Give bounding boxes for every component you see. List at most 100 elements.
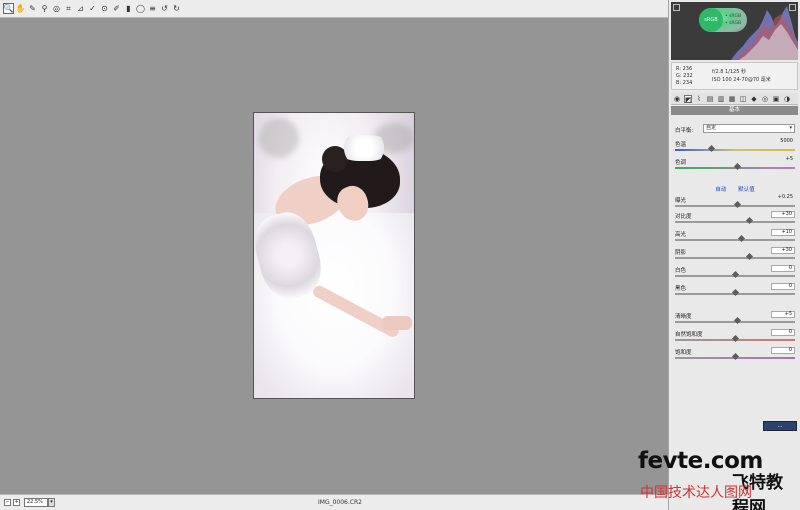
tint-value-field[interactable]: +5: [771, 157, 795, 164]
blacks-value-field[interactable]: 0: [771, 283, 795, 290]
site-watermark: fevte.com 飞特教程网 中国技术达人图网: [638, 448, 798, 510]
spot-removal-tool-icon[interactable]: ✓: [87, 3, 98, 14]
blue-value: B: 234: [676, 80, 693, 86]
clarity-value-field[interactable]: +5: [771, 311, 795, 318]
auto-default-row: 自动 默认值: [675, 185, 795, 193]
radial-filter-tool-icon[interactable]: ◯: [135, 3, 146, 14]
temperature-value-field[interactable]: 5000: [771, 139, 795, 146]
saturation-value-field[interactable]: 0: [771, 347, 795, 354]
watermark-subtitle: 中国技术达人图网: [640, 485, 752, 501]
white-balance-row: 白平衡: 自定 ▾: [675, 124, 795, 134]
color-sampler-tool-icon[interactable]: ⚲: [39, 3, 50, 14]
srgb-legend: • sRGB • sRGB: [725, 13, 741, 27]
detail-tab-icon[interactable]: ▤: [706, 95, 714, 103]
hsl-tab-icon[interactable]: ▥: [717, 95, 725, 103]
adjustment-brush-tool-icon[interactable]: ✐: [111, 3, 122, 14]
chevron-down-icon: ▾: [789, 125, 792, 131]
shadow-clipping-button[interactable]: [673, 4, 680, 11]
whites-value-field[interactable]: 0: [771, 265, 795, 272]
whites-slider-row: 白色 0: [675, 265, 795, 280]
zoom-level-select[interactable]: 22.5%: [24, 498, 48, 507]
hand-tool-icon[interactable]: ✋: [15, 3, 26, 14]
clarity-slider-row: 清晰度 +5: [675, 311, 795, 326]
zoom-tool-icon[interactable]: 🔍: [3, 3, 14, 14]
crop-tool-icon[interactable]: ⌗: [63, 3, 74, 14]
vibrance-slider-row: 自然饱和度 0: [675, 329, 795, 344]
hair-flowers-shape: [339, 135, 389, 161]
iso-lens: ISO 100 24-70@70 毫米: [712, 77, 771, 83]
panel-title: 基本: [671, 106, 798, 115]
default-link[interactable]: 默认值: [738, 187, 755, 193]
camera-calibration-tab-icon[interactable]: ◎: [761, 95, 769, 103]
lens-tab-icon[interactable]: ◫: [739, 95, 747, 103]
status-bar: − + 22.5% ▾ IMG_0006.CR2: [0, 494, 668, 510]
panel-tabs: ◉ ◩ ⌇ ▤ ▥ ▦ ◫ ◆ ◎ ▣ ◑: [671, 93, 798, 105]
temperature-label: 色温: [675, 142, 687, 148]
background-blur: [259, 118, 299, 158]
white-balance-tool-icon[interactable]: ✎: [27, 3, 38, 14]
contrast-label: 对比度: [675, 214, 692, 220]
split-toning-tab-icon[interactable]: ▦: [728, 95, 736, 103]
histogram: sRGB • sRGB • sRGB: [671, 2, 798, 60]
vibrance-value-field[interactable]: 0: [771, 329, 795, 336]
effects-tab-icon[interactable]: ◆: [750, 95, 758, 103]
snapshots-tab-icon[interactable]: ◑: [783, 95, 791, 103]
red-eye-tool-icon[interactable]: ⊙: [99, 3, 110, 14]
tool-bar: 🔍 ✋ ✎ ⚲ ◎ ⌗ ⊿ ✓ ⊙ ✐ ▮ ◯ ≡ ↺ ↻: [0, 0, 668, 18]
shadows-value-field[interactable]: +30: [771, 247, 795, 254]
clarity-label: 清晰度: [675, 314, 692, 320]
basic-tab-icon[interactable]: ◩: [684, 94, 692, 104]
saturation-slider-row: 饱和度 0: [675, 347, 795, 362]
graduated-filter-tool-icon[interactable]: ▮: [123, 3, 134, 14]
tint-slider-row: 色调 +5: [675, 157, 795, 172]
contrast-slider-row: 对比度 +30: [675, 211, 795, 226]
aperture-shutter: f/2.8 1/125 秒: [712, 69, 746, 75]
tint-label: 色调: [675, 160, 687, 166]
exposure-label: 曝光: [675, 198, 687, 204]
srgb-icon: sRGB: [699, 8, 723, 32]
highlights-label: 高光: [675, 232, 687, 238]
photo-preview[interactable]: [253, 112, 415, 399]
green-value: G: 232: [676, 73, 693, 79]
auto-link[interactable]: 自动: [715, 187, 726, 193]
temperature-slider-track[interactable]: [675, 149, 795, 151]
panel-menu-button[interactable]: ...: [763, 421, 797, 431]
camera-info: f/2.8 1/125 秒 ISO 100 24-70@70 毫米: [712, 68, 771, 84]
tone-curve-tab-icon[interactable]: ⌇: [695, 95, 703, 103]
exposure-slider-row: 曝光 +0.25: [675, 195, 795, 210]
rotate-right-tool-icon[interactable]: ↻: [171, 3, 182, 14]
chevron-down-icon[interactable]: ▾: [48, 498, 55, 507]
white-balance-select[interactable]: 自定 ▾: [703, 124, 795, 133]
contrast-slider-track[interactable]: [675, 221, 795, 223]
exposure-value-field[interactable]: +0.25: [771, 195, 795, 202]
info-readout: R: 236 G: 232 B: 234 f/2.8 1/125 秒 ISO 1…: [671, 62, 798, 90]
color-space-badge: sRGB • sRGB • sRGB: [699, 8, 747, 32]
shadows-label: 阴影: [675, 250, 687, 256]
presets-tab-icon[interactable]: ▣: [772, 95, 780, 103]
shadows-slider-track[interactable]: [675, 257, 795, 259]
zoom-out-button[interactable]: −: [4, 499, 11, 506]
srgb-label: sRGB: [704, 17, 718, 23]
hand-shape: [382, 316, 412, 330]
panel-menu-label: ...: [777, 423, 783, 429]
adjustments-panel: sRGB • sRGB • sRGB R: 236 G: 232 B: 234 …: [668, 0, 800, 510]
highlights-slider-track[interactable]: [675, 239, 795, 241]
saturation-label: 饱和度: [675, 350, 692, 356]
highlights-value-field[interactable]: +10: [771, 229, 795, 236]
vibrance-label: 自然饱和度: [675, 332, 703, 338]
highlight-clipping-button[interactable]: [789, 4, 796, 11]
straighten-tool-icon[interactable]: ⊿: [75, 3, 86, 14]
contrast-value-field[interactable]: +30: [771, 211, 795, 218]
rgb-values: R: 236 G: 232 B: 234: [676, 66, 693, 87]
zoom-in-button[interactable]: +: [13, 499, 20, 506]
blacks-label: 黑色: [675, 286, 687, 292]
image-canvas[interactable]: [0, 18, 668, 494]
legend-line: • sRGB: [725, 21, 742, 26]
shadows-slider-row: 阴影 +30: [675, 247, 795, 262]
white-balance-label: 白平衡:: [675, 128, 694, 134]
targeted-adjustment-tool-icon[interactable]: ◎: [51, 3, 62, 14]
histogram-tab-icon[interactable]: ◉: [673, 95, 681, 103]
preferences-tool-icon[interactable]: ≡: [147, 3, 158, 14]
temperature-slider-row: 色温 5000: [675, 139, 795, 154]
rotate-left-tool-icon[interactable]: ↺: [159, 3, 170, 14]
